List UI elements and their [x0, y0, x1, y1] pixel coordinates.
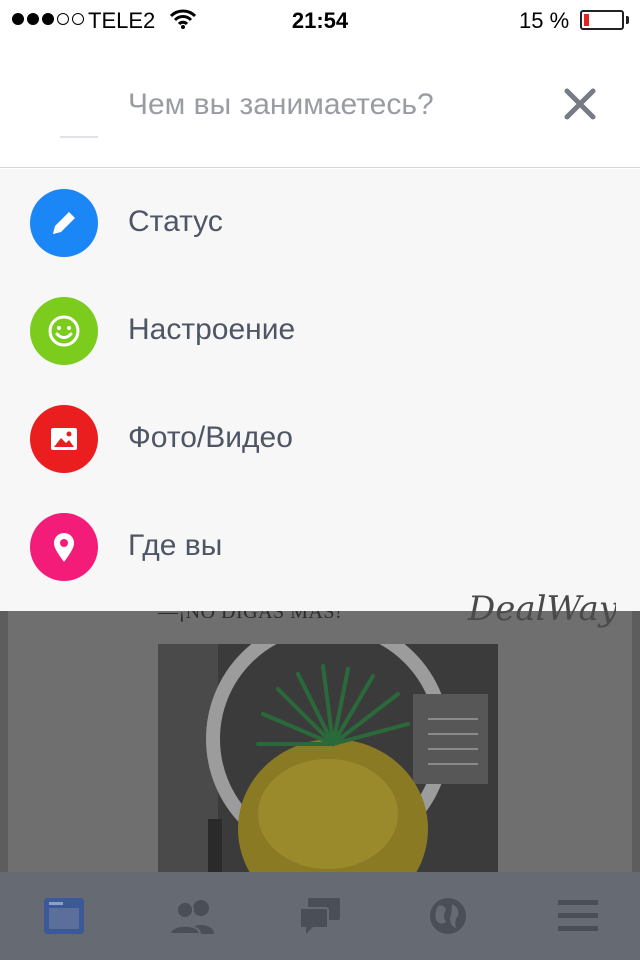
smiley-icon: [30, 297, 98, 365]
battery-tip: [626, 16, 629, 24]
menu-item-label: Фото/Видео: [128, 421, 293, 454]
menu-icon[interactable]: [556, 896, 600, 936]
feed-post-photo[interactable]: [158, 644, 498, 872]
feed-post-caption: —¡NO DIGAS MAS!: [158, 611, 343, 623]
news-feed-icon[interactable]: [42, 896, 86, 936]
menu-item-status[interactable]: Статус: [0, 169, 640, 277]
feed-post: —¡NO DIGAS MAS!: [8, 611, 632, 872]
status-prompt-input[interactable]: Чем вы занимаетесь?: [128, 88, 434, 122]
pencil-icon: [30, 189, 98, 257]
svg-text:DealWay: DealWay: [467, 589, 616, 629]
avatar: [60, 136, 98, 138]
battery-percent: 15 %: [519, 8, 570, 33]
status-bar: TELE2 21:54 15 %: [0, 0, 640, 40]
menu-item-mood[interactable]: Настроение: [0, 277, 640, 385]
battery-level: [584, 14, 589, 26]
menu-item-photo-video[interactable]: Фото/Видео: [0, 385, 640, 493]
friends-icon[interactable]: [168, 896, 218, 936]
globe-icon[interactable]: [426, 896, 470, 936]
battery-icon: [580, 10, 624, 30]
news-feed-background: —¡NO DIGAS MAS!: [0, 611, 640, 872]
location-pin-icon: [30, 513, 98, 581]
dealway-watermark-logo: DealWay: [467, 589, 616, 629]
photo-icon: [30, 405, 98, 473]
menu-item-label: Статус: [128, 205, 223, 238]
messages-icon[interactable]: [298, 896, 342, 936]
menu-item-label: Где вы: [128, 529, 223, 562]
close-button[interactable]: [560, 84, 600, 124]
bottom-tab-bar: [0, 872, 640, 960]
composer-header: Чем вы занимаетесь?: [0, 40, 640, 168]
menu-item-label: Настроение: [128, 313, 296, 346]
post-options-menu: Статус Настроение Фото/Видео Где вы: [0, 169, 640, 611]
